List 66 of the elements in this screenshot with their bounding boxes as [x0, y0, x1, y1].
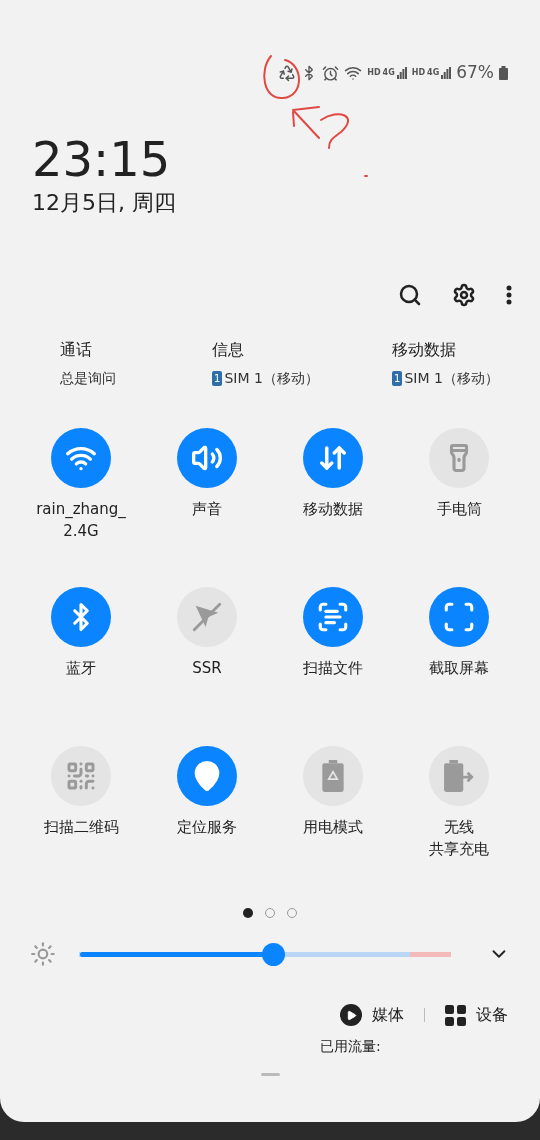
search-icon	[398, 283, 422, 307]
sim-setting-value: SIM 1（移动）	[404, 369, 499, 388]
wifi-icon	[344, 64, 363, 82]
scan-document-icon	[316, 600, 350, 634]
screenshot-icon	[442, 600, 476, 634]
devices-button[interactable]: 设备	[445, 1003, 508, 1027]
sim-setting-title: 移动数据	[392, 339, 457, 361]
brightness-icon	[30, 941, 56, 967]
battery-percent: 67%	[456, 61, 494, 85]
network-type: 4G	[427, 67, 440, 79]
recycle-icon	[278, 64, 297, 82]
toggle-button[interactable]	[51, 587, 111, 647]
toggle-label: 蓝牙	[66, 658, 96, 679]
toggle-label: 扫描二维码	[43, 817, 119, 838]
toggle-label: 手电筒	[436, 499, 482, 520]
toggle-button[interactable]	[177, 746, 237, 806]
sim-setting-value: SIM 1（移动）	[224, 369, 319, 388]
sim-setting[interactable]: 移动数据 1 SIM 1（移动）	[392, 338, 540, 426]
toggle-label: 无线	[444, 817, 474, 838]
toggle-button[interactable]	[303, 587, 363, 647]
sim-setting[interactable]: 通话 总是询问	[60, 338, 212, 426]
settings-icon	[452, 283, 476, 307]
sim-setting-title: 通话	[60, 339, 93, 361]
battery-recycle-icon	[320, 760, 346, 792]
battery-share-icon	[443, 760, 475, 792]
crossed-plane-icon	[190, 600, 224, 634]
toggle-label: 声音	[192, 499, 222, 520]
toggle-button[interactable]	[177, 428, 237, 488]
hd-label: HD	[411, 67, 426, 79]
toggle-label: rain_zhang_	[36, 499, 126, 520]
hd-label: HD	[367, 67, 381, 79]
network-type: 4G	[382, 67, 395, 79]
data-usage-text: 已用流量:	[320, 1037, 381, 1056]
qr-code-icon	[65, 760, 97, 792]
sim-setting[interactable]: 信息 1 SIM 1（移动）	[212, 338, 392, 426]
toggle-label: 定位服务	[177, 817, 237, 838]
sim-setting-value: 总是询问	[60, 369, 116, 388]
sim-setting-title: 信息	[212, 339, 245, 361]
toggle-label: 共享充电	[429, 839, 489, 860]
toggle-label: 扫描文件	[303, 658, 363, 679]
more-vertical-icon	[506, 285, 512, 305]
toggle-button[interactable]	[429, 587, 489, 647]
toggle-label: 用电模式	[303, 817, 363, 838]
toggle-button[interactable]	[303, 428, 363, 488]
date-text: 12月5日, 周四	[32, 189, 177, 217]
brightness-thumb[interactable]	[262, 942, 286, 966]
toggle-button[interactable]	[51, 428, 111, 488]
alarm-clock-icon	[322, 64, 340, 82]
toggle-label: 2.4G	[63, 521, 99, 542]
toggle-label: SSR	[192, 658, 222, 679]
sim-badge: 1	[212, 371, 223, 386]
media-button[interactable]: 媒体	[340, 1003, 404, 1027]
sim-badge: 1	[392, 371, 403, 386]
drag-handle[interactable]	[260, 1073, 280, 1076]
clock-time: 23:15	[32, 132, 172, 186]
grid-icon	[445, 1004, 466, 1026]
settings-button[interactable]	[452, 283, 476, 307]
toggle-label: 移动数据	[303, 499, 363, 520]
battery-icon	[499, 66, 508, 80]
up-down-arrows-icon	[318, 443, 348, 473]
search-button[interactable]	[398, 283, 422, 307]
signal-icon	[441, 67, 452, 79]
toggle-label: 截取屏幕	[429, 658, 489, 679]
more-options-button[interactable]	[506, 285, 512, 305]
signal-icon	[396, 67, 407, 79]
play-icon	[340, 1004, 362, 1026]
